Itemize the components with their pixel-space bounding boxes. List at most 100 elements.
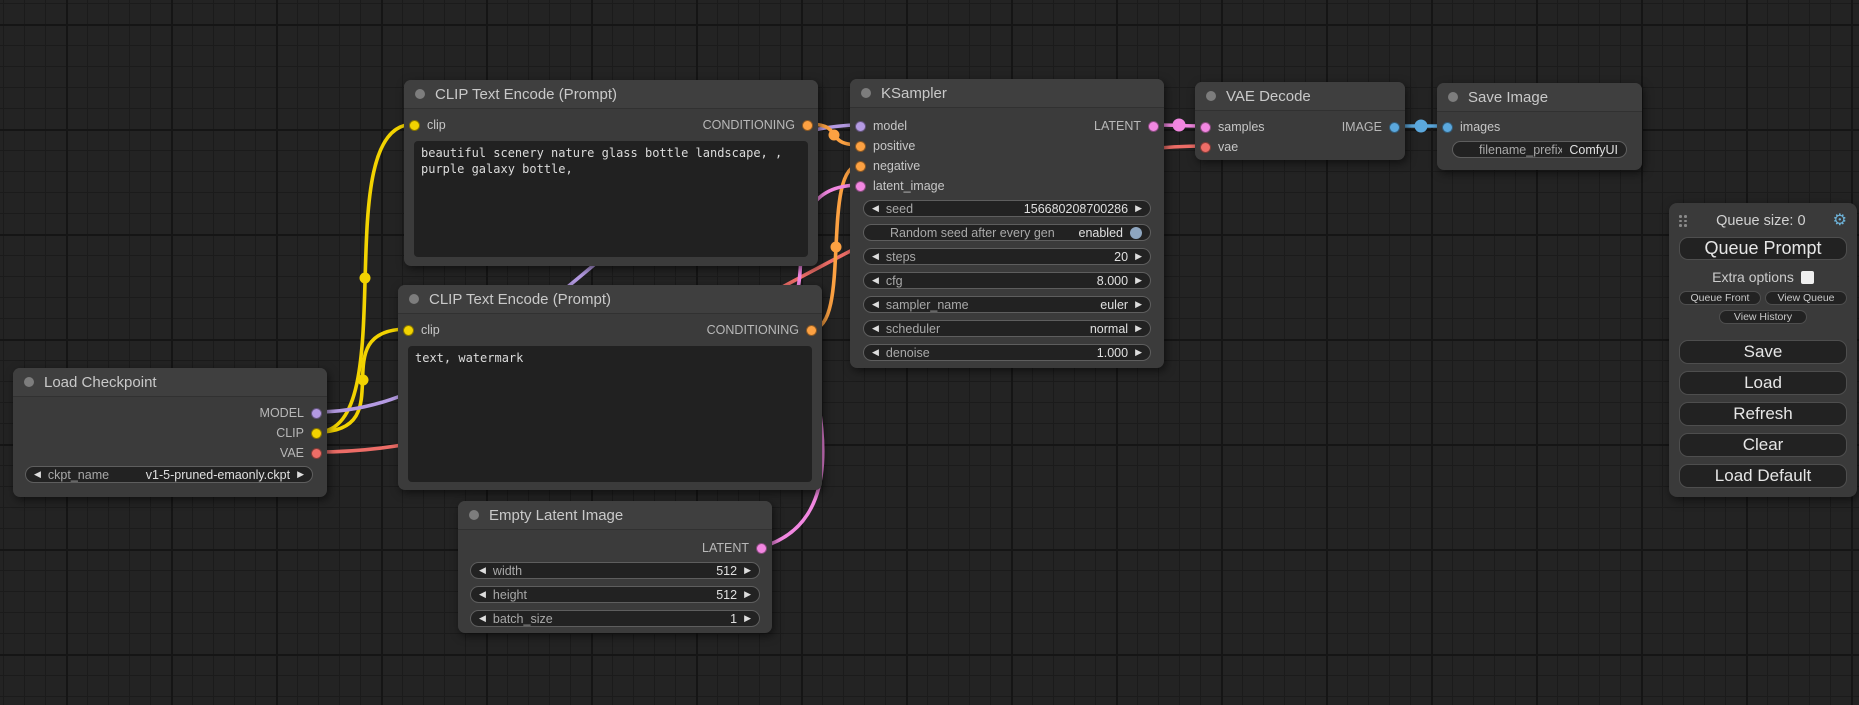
extra-options-checkbox[interactable]	[1801, 271, 1814, 284]
increment-arrow-icon[interactable]: ▶	[1135, 276, 1142, 285]
widget-random-seed-after-every-gen[interactable]: Random seed after every genenabled	[863, 224, 1151, 241]
increment-arrow-icon[interactable]: ▶	[297, 470, 304, 479]
decrement-arrow-icon[interactable]: ◀	[872, 324, 879, 333]
increment-arrow-icon[interactable]: ▶	[1135, 348, 1142, 357]
image-output-port[interactable]	[1389, 122, 1400, 133]
decrement-arrow-icon[interactable]: ◀	[872, 348, 879, 357]
queue-prompt-button[interactable]: Queue Prompt	[1679, 237, 1847, 260]
widget-scheduler[interactable]: ◀schedulernormal▶	[863, 320, 1151, 337]
collapse-dot-icon[interactable]	[415, 89, 425, 99]
output-label: CONDITIONING	[707, 323, 799, 337]
node-titlebar[interactable]: CLIP Text Encode (Prompt)	[404, 80, 818, 109]
widget-label: cfg	[886, 274, 903, 288]
prompt-textarea[interactable]: beautiful scenery nature glass bottle la…	[414, 141, 808, 257]
vae-input-port[interactable]	[1200, 142, 1211, 153]
view-history-button[interactable]: View History	[1719, 310, 1807, 324]
node-empty-latent-image[interactable]: Empty Latent Image LATENT ◀width512▶◀hei…	[458, 501, 772, 633]
conditioning-output-port[interactable]	[802, 120, 813, 131]
widget-label: filename_prefix	[1479, 143, 1562, 157]
input-label: positive	[873, 139, 915, 153]
node-titlebar[interactable]: Load Checkpoint	[13, 368, 327, 397]
link-midpoint-dot	[831, 242, 842, 253]
widget-denoise[interactable]: ◀denoise1.000▶	[863, 344, 1151, 361]
collapse-dot-icon[interactable]	[24, 377, 34, 387]
widget-cfg[interactable]: ◀cfg8.000▶	[863, 272, 1151, 289]
widget-filename-prefix[interactable]: filename_prefixComfyUI	[1452, 141, 1627, 158]
collapse-dot-icon[interactable]	[1206, 91, 1216, 101]
model-output-port[interactable]	[311, 408, 322, 419]
output-label: CONDITIONING	[703, 118, 795, 132]
node-clip-text-encode-negative[interactable]: CLIP Text Encode (Prompt) clip CONDITION…	[398, 285, 822, 490]
node-titlebar[interactable]: KSampler	[850, 79, 1164, 108]
node-titlebar[interactable]: Empty Latent Image	[458, 501, 772, 530]
output-label: MODEL	[260, 406, 304, 420]
latent-image-input-port[interactable]	[855, 181, 866, 192]
widget-value: 156680208700286	[1024, 202, 1128, 216]
drag-handle-icon[interactable]	[1679, 215, 1689, 227]
widget-steps[interactable]: ◀steps20▶	[863, 248, 1151, 265]
increment-arrow-icon[interactable]: ▶	[744, 566, 751, 575]
decrement-arrow-icon[interactable]: ◀	[872, 204, 879, 213]
widget-value: normal	[1090, 322, 1128, 336]
widget-seed[interactable]: ◀seed156680208700286▶	[863, 200, 1151, 217]
decrement-arrow-icon[interactable]: ◀	[34, 470, 41, 479]
collapse-dot-icon[interactable]	[1448, 92, 1458, 102]
view-queue-button[interactable]: View Queue	[1765, 291, 1847, 305]
decrement-arrow-icon[interactable]: ◀	[872, 276, 879, 285]
widget-label: batch_size	[493, 612, 553, 626]
input-label: negative	[873, 159, 920, 173]
node-ksampler[interactable]: KSampler model LATENT positive negative …	[850, 79, 1164, 368]
increment-arrow-icon[interactable]: ▶	[1135, 252, 1142, 261]
node-titlebar[interactable]: CLIP Text Encode (Prompt)	[398, 285, 822, 314]
widget-height[interactable]: ◀height512▶	[470, 586, 760, 603]
negative-input-port[interactable]	[855, 161, 866, 172]
gear-icon[interactable]: ⚙	[1833, 213, 1847, 229]
clip-input-port[interactable]	[403, 325, 414, 336]
vae-output-port[interactable]	[311, 448, 322, 459]
collapse-dot-icon[interactable]	[861, 88, 871, 98]
refresh-button[interactable]: Refresh	[1679, 402, 1847, 426]
node-load-checkpoint[interactable]: Load Checkpoint MODEL CLIP VAE ◀ckpt_nam…	[13, 368, 327, 497]
widget-sampler-name[interactable]: ◀sampler_nameeuler▶	[863, 296, 1151, 313]
images-input-port[interactable]	[1442, 122, 1453, 133]
widget-batch-size[interactable]: ◀batch_size1▶	[470, 610, 760, 627]
decrement-arrow-icon[interactable]: ◀	[479, 566, 486, 575]
save-button[interactable]: Save	[1679, 340, 1847, 364]
positive-input-port[interactable]	[855, 141, 866, 152]
queue-front-button[interactable]: Queue Front	[1679, 291, 1761, 305]
clip-output-port[interactable]	[311, 428, 322, 439]
node-titlebar[interactable]: VAE Decode	[1195, 82, 1405, 111]
input-label: vae	[1218, 140, 1238, 154]
load-default-button[interactable]: Load Default	[1679, 464, 1847, 488]
link-midpoint-dot	[1173, 119, 1186, 132]
collapse-dot-icon[interactable]	[409, 294, 419, 304]
node-save-image[interactable]: Save Image images filename_prefixComfyUI	[1437, 83, 1642, 170]
input-label: images	[1460, 120, 1500, 134]
increment-arrow-icon[interactable]: ▶	[1135, 300, 1142, 309]
conditioning-output-port[interactable]	[806, 325, 817, 336]
model-input-port[interactable]	[855, 121, 866, 132]
decrement-arrow-icon[interactable]: ◀	[872, 252, 879, 261]
increment-arrow-icon[interactable]: ▶	[1135, 204, 1142, 213]
decrement-arrow-icon[interactable]: ◀	[479, 590, 486, 599]
latent-output-port[interactable]	[1148, 121, 1159, 132]
clear-button[interactable]: Clear	[1679, 433, 1847, 457]
load-button[interactable]: Load	[1679, 371, 1847, 395]
prompt-textarea[interactable]: text, watermark	[408, 346, 812, 482]
node-clip-text-encode-positive[interactable]: CLIP Text Encode (Prompt) clip CONDITION…	[404, 80, 818, 266]
increment-arrow-icon[interactable]: ▶	[744, 590, 751, 599]
increment-arrow-icon[interactable]: ▶	[1135, 324, 1142, 333]
widget-ckpt-name[interactable]: ◀ckpt_namev1-5-pruned-emaonly.ckpt▶	[25, 466, 313, 483]
decrement-arrow-icon[interactable]: ◀	[479, 614, 486, 623]
widget-label: denoise	[886, 346, 930, 360]
node-vae-decode[interactable]: VAE Decode samples IMAGE vae	[1195, 82, 1405, 160]
increment-arrow-icon[interactable]: ▶	[744, 614, 751, 623]
samples-input-port[interactable]	[1200, 122, 1211, 133]
node-titlebar[interactable]: Save Image	[1437, 83, 1642, 112]
collapse-dot-icon[interactable]	[469, 510, 479, 520]
clip-input-port[interactable]	[409, 120, 420, 131]
toggle-circle-icon[interactable]	[1130, 227, 1142, 239]
widget-width[interactable]: ◀width512▶	[470, 562, 760, 579]
latent-output-port[interactable]	[756, 543, 767, 554]
decrement-arrow-icon[interactable]: ◀	[872, 300, 879, 309]
